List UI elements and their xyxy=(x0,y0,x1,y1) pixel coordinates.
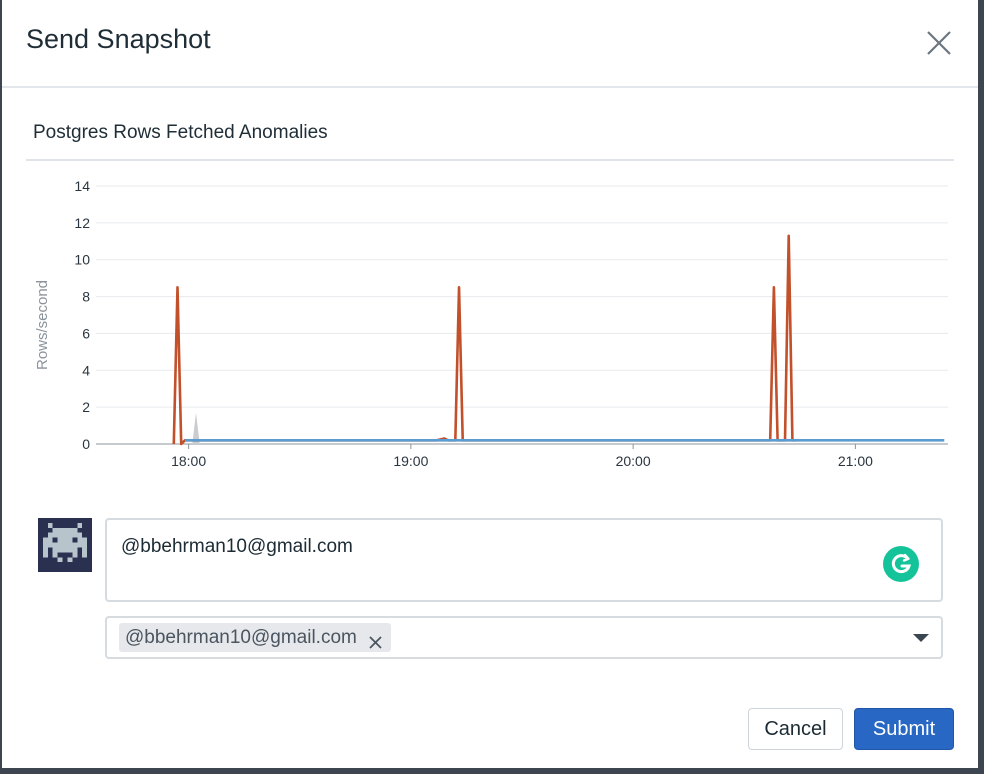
recipient-tag-label: @bbehrman10@gmail.com xyxy=(125,627,357,648)
y-tick-label: 4 xyxy=(82,362,90,378)
close-icon[interactable] xyxy=(368,630,383,649)
chevron-down-icon[interactable] xyxy=(913,634,929,642)
y-tick-label: 14 xyxy=(74,178,90,194)
avatar xyxy=(38,518,92,572)
dialog-header: Send Snapshot xyxy=(2,0,978,88)
grammarly-icon[interactable] xyxy=(883,546,919,582)
y-tick-label: 8 xyxy=(82,289,90,305)
chart-plot: 0 2 4 6 8 10 12 14 18:00 19:00 20:00 21:00 Rows/seco… xyxy=(34,178,948,469)
y-tick-label: 10 xyxy=(74,252,90,268)
y-tick-label: 6 xyxy=(82,325,90,341)
recipients-select[interactable]: @bbehrman10@gmail.com xyxy=(105,616,943,659)
x-tick-label: 19:00 xyxy=(393,453,428,469)
recipient-tag: @bbehrman10@gmail.com xyxy=(119,623,391,652)
send-snapshot-dialog: Send Snapshot Postgres Rows Fetched Anom… xyxy=(2,0,978,768)
y-axis-label: Rows/second xyxy=(34,280,51,370)
y-tick-label: 12 xyxy=(74,215,90,231)
y-tick-label: 2 xyxy=(82,399,90,415)
close-icon[interactable] xyxy=(924,28,954,58)
x-tick-label: 18:00 xyxy=(171,453,206,469)
series-line-anomaly xyxy=(172,234,797,446)
submit-button[interactable]: Submit xyxy=(854,708,954,750)
snapshot-chart: Postgres Rows Fetched Anomalies 0 2 4 6 8 10 1… xyxy=(26,110,954,470)
comment-text: @bbehrman10@gmail.com xyxy=(121,536,353,557)
cancel-button[interactable]: Cancel xyxy=(748,708,843,750)
x-tick-label: 20:00 xyxy=(616,453,651,469)
x-tick-label: 21:00 xyxy=(838,453,873,469)
y-tick-label: 0 xyxy=(82,436,90,452)
pixel-invader-avatar xyxy=(38,518,92,572)
dialog-title: Send Snapshot xyxy=(26,24,211,54)
comment-input[interactable]: @bbehrman10@gmail.com xyxy=(105,518,943,602)
